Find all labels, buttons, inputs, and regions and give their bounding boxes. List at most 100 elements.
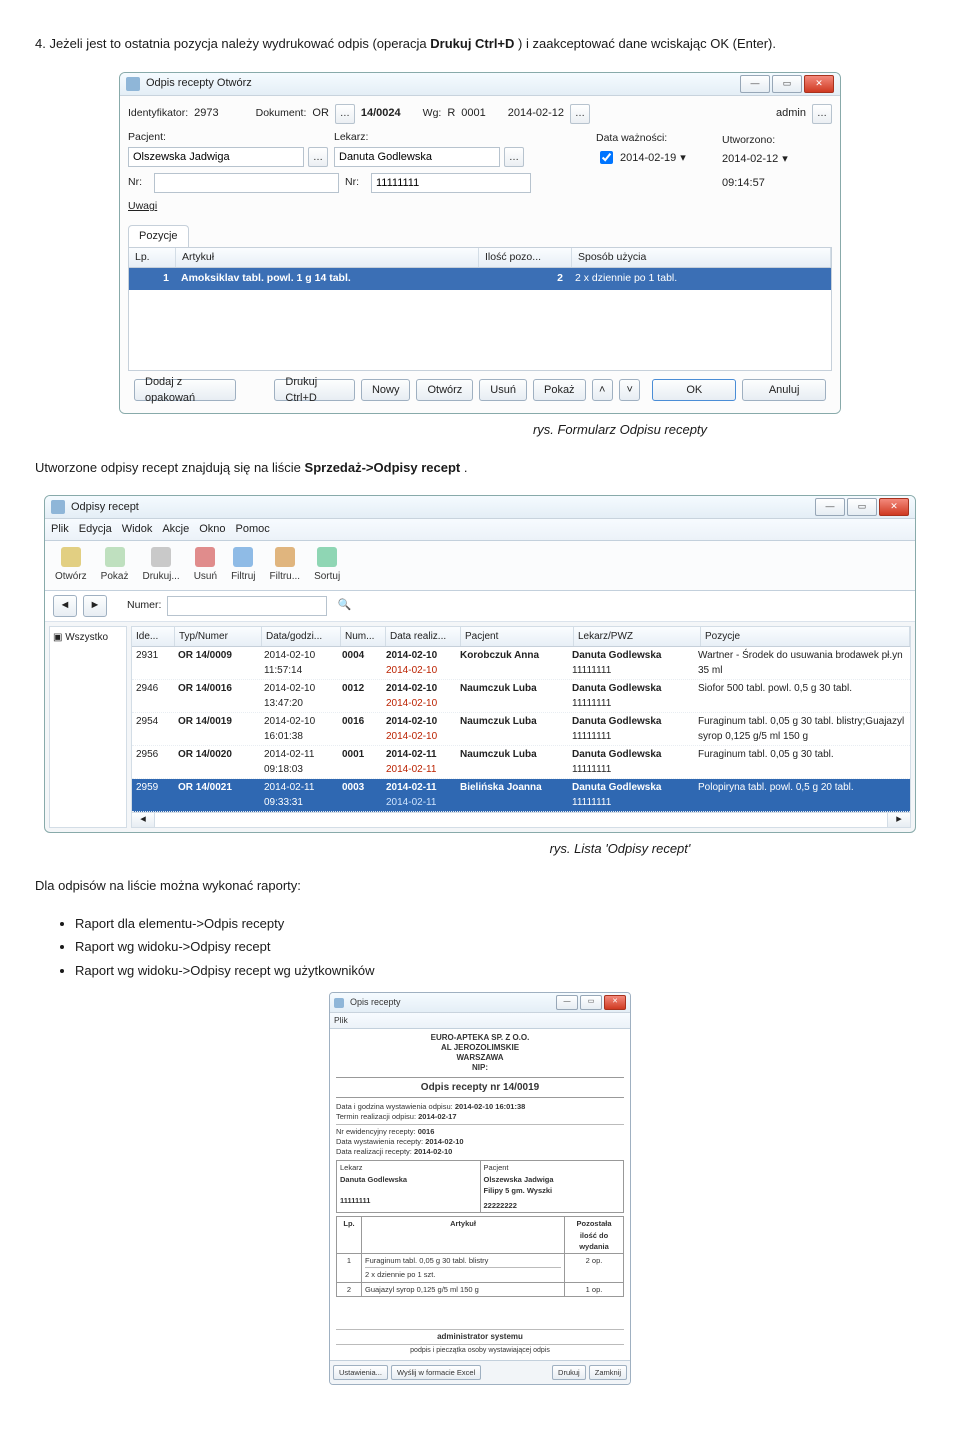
menu-widok[interactable]: Widok <box>122 521 153 538</box>
list-minimize-button[interactable]: — <box>815 498 845 516</box>
wg-date: 2014-02-12 <box>508 105 564 122</box>
pokaz-button[interactable]: Pokaż <box>533 379 586 401</box>
list-titlebar: Odpisy recept — ▭ ✕ <box>45 496 915 519</box>
dok-label: Dokument: <box>256 106 307 122</box>
rt-r1-il: 2 op. <box>565 1254 624 1283</box>
rl4-lbl: Data wystawienia recepty: <box>336 1137 423 1146</box>
tool-sortuj[interactable]: Sortuj <box>314 547 340 584</box>
otworz-button[interactable]: Otwórz <box>416 379 473 401</box>
ok-button[interactable]: OK <box>652 379 736 401</box>
utw-dropdown-icon[interactable]: ▾ <box>782 151 788 168</box>
lh-id: Ide... <box>132 627 175 646</box>
rt-r1-note: 2 x dziennie po 1 szt. <box>365 1267 561 1280</box>
datawaz-checkbox[interactable] <box>600 151 613 164</box>
minimize-button[interactable]: — <box>740 75 770 93</box>
rt-r2-lp: 2 <box>337 1282 362 1296</box>
close-button[interactable]: ✕ <box>804 75 834 93</box>
wg-date-picker[interactable]: … <box>570 104 590 124</box>
rep-table: Lp. Artykuł Pozostała ilość do wydania 1… <box>336 1216 624 1297</box>
rt-r1-art: Furaginum tabl. 0,05 g 30 tabl. blistry <box>365 1255 561 1266</box>
list-row[interactable]: 2946OR 14/00162014-02-1013:47:2000122014… <box>132 680 910 713</box>
menu-pomoc[interactable]: Pomoc <box>236 521 270 538</box>
menu-akcje[interactable]: Akcje <box>162 521 189 538</box>
tool-drukuj-label: Drukuj... <box>142 569 179 584</box>
lh-dg: Data/godzi... <box>262 627 341 646</box>
datawaz-dropdown-icon[interactable]: ▾ <box>680 150 686 167</box>
pacjent-picker[interactable]: … <box>308 147 328 167</box>
tool-filtru[interactable]: Filtru... <box>270 547 301 584</box>
nowy-button[interactable]: Nowy <box>361 379 411 401</box>
report-close-button[interactable]: ✕ <box>604 995 626 1010</box>
rt-r2-art: Guajazyl syrop 0,125 g/5 ml 150 g <box>362 1282 565 1296</box>
cell-sposob: 2 x dziennie po 1 tabl. <box>569 270 831 288</box>
dok-type-picker[interactable]: … <box>335 104 355 124</box>
scroll-right-button[interactable]: ▸ <box>887 813 910 827</box>
list-close-button[interactable]: ✕ <box>879 498 909 516</box>
user-picker[interactable]: … <box>812 104 832 124</box>
menu-edycja[interactable]: Edycja <box>79 521 112 538</box>
report-window-icon <box>334 998 344 1008</box>
list-maximize-button[interactable]: ▭ <box>847 498 877 516</box>
drukuj-button[interactable]: Drukuj Ctrl+D <box>274 379 355 401</box>
down-button[interactable]: ˅ <box>619 379 640 401</box>
rep-company1: EURO-APTEKA SP. Z O.O. <box>336 1033 624 1043</box>
nr1-input[interactable] <box>154 173 339 193</box>
tool-usun[interactable]: Usuń <box>194 547 217 584</box>
lekarz-input[interactable] <box>334 147 500 167</box>
scroll-left-button[interactable]: ◂ <box>132 813 155 827</box>
lekarz-label: Lekarz: <box>334 130 524 146</box>
nr2-input[interactable] <box>371 173 531 193</box>
rep-btn-drukuj[interactable]: Drukuj <box>552 1365 586 1380</box>
rl3-lbl: Nr ewidencyjny recepty: <box>336 1127 416 1136</box>
up-button[interactable]: ˄ <box>592 379 613 401</box>
tool-otworz[interactable]: Otwórz <box>55 547 87 584</box>
list-navbar: ◄ ► Numer: 🔍 <box>45 591 915 622</box>
rep-company3: WARSZAWA <box>336 1053 624 1063</box>
report-minimize-button[interactable]: — <box>556 995 578 1010</box>
grid-row-selected[interactable]: 1 Amoksiklav tabl. powl. 1 g 14 tabl. 2 … <box>129 268 831 290</box>
nav-fwd-button[interactable]: ► <box>83 595 107 617</box>
ident-value: 2973 <box>194 105 218 122</box>
uwagi-label: Uwagi <box>128 199 157 215</box>
tool-filtru-label: Filtru... <box>270 569 301 584</box>
lekarz-picker[interactable]: … <box>504 147 524 167</box>
usun-button[interactable]: Usuń <box>479 379 527 401</box>
report-menu-plik[interactable]: Plik <box>334 1014 348 1027</box>
pozycje-tab[interactable]: Pozycje <box>128 225 189 247</box>
search-icon[interactable]: 🔍 <box>337 597 351 614</box>
report-maximize-button[interactable]: ▭ <box>580 995 602 1010</box>
col-ilosc: Ilość pozo... <box>479 248 572 268</box>
datawaz-value: 2014-02-19 <box>620 150 676 167</box>
tool-filtruj[interactable]: Filtruj <box>231 547 255 584</box>
intro-suffix: ) i zaakceptować dane wciskając OK (Ente… <box>518 36 776 51</box>
tool-otworz-label: Otwórz <box>55 569 87 584</box>
list-row[interactable]: 2959OR 14/00212014-02-1109:33:3100032014… <box>132 779 910 812</box>
pacjent-input[interactable] <box>128 147 304 167</box>
list-row[interactable]: 2931OR 14/00092014-02-1011:57:1400042014… <box>132 647 910 680</box>
report-menubar: Plik <box>330 1013 630 1029</box>
tree-root[interactable]: Wszystko <box>65 632 108 643</box>
list-row[interactable]: 2954OR 14/00192014-02-1016:01:3800162014… <box>132 713 910 746</box>
menu-plik[interactable]: Plik <box>51 521 69 538</box>
anuluj-button[interactable]: Anuluj <box>742 379 826 401</box>
list-row[interactable]: 2956OR 14/00202014-02-1109:18:0300012014… <box>132 746 910 779</box>
tool-drukuj[interactable]: Drukuj... <box>142 547 179 584</box>
rep-btn-excel[interactable]: Wyślij w formacie Excel <box>391 1365 481 1380</box>
rep-btn-ustawienia[interactable]: Ustawienia... <box>333 1365 388 1380</box>
tool-pokaz[interactable]: Pokaż <box>101 547 129 584</box>
nav-numer-input[interactable] <box>167 596 327 616</box>
col-lp: Lp. <box>129 248 176 268</box>
list-grid: Ide... Typ/Numer Data/godzi... Num... Da… <box>131 626 911 828</box>
rl3-val: 0016 <box>418 1127 435 1136</box>
col-art: Artykuł <box>176 248 479 268</box>
ident-label: Identyfikator: <box>128 106 188 122</box>
rt-r2-il: 1 op. <box>565 1282 624 1296</box>
menu-okno[interactable]: Okno <box>199 521 225 538</box>
rep-btn-zamknij[interactable]: Zamknij <box>589 1365 627 1380</box>
report-title: Opis recepty <box>350 996 556 1010</box>
nav-back-button[interactable]: ◄ <box>53 595 77 617</box>
lh-poz: Pozycje <box>701 627 910 646</box>
maximize-button[interactable]: ▭ <box>772 75 802 93</box>
rl4-val: 2014-02-10 <box>425 1137 463 1146</box>
dodaj-button[interactable]: Dodaj z opakowań <box>134 379 236 401</box>
